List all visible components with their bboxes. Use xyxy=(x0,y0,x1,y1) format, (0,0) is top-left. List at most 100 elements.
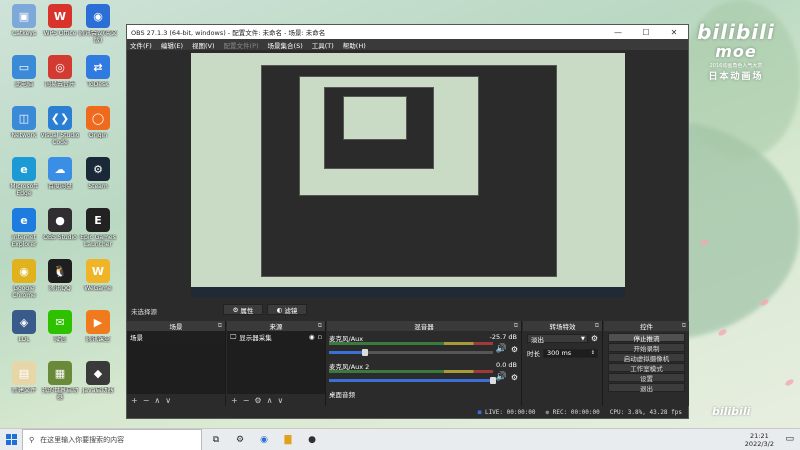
desktop-icon[interactable]: ❮❯ Visual Studio Code xyxy=(40,106,80,146)
properties-button[interactable]: ⚙ 属性 xyxy=(223,304,263,315)
obs-taskbar-icon[interactable]: ● xyxy=(302,432,322,448)
obs-titlebar[interactable]: OBS 27.1.3 (64-bit, windows) - 配置文件: 未命名… xyxy=(127,25,688,39)
settings-button[interactable]: 设置 xyxy=(608,373,685,383)
speaker-icon[interactable]: 🔊 xyxy=(496,372,507,382)
desktop-icon[interactable]: ◈ LOL xyxy=(4,310,44,343)
desktop-icon[interactable]: ⚙ Steam xyxy=(78,157,118,190)
desktop-icon[interactable]: W WPS Office xyxy=(40,4,80,37)
studio-mode-button[interactable]: 工作室模式 xyxy=(608,363,685,373)
volume-slider-knob[interactable] xyxy=(362,349,369,356)
volume-slider[interactable] xyxy=(329,349,493,356)
move-up-icon[interactable]: ∧ xyxy=(267,396,273,405)
steam-taskbar-icon[interactable]: ⚙ xyxy=(230,432,250,448)
desktop-icon[interactable]: ◫ Network xyxy=(4,106,44,139)
windows-start-button[interactable] xyxy=(0,429,22,450)
desktop-icon[interactable]: e Microsoft Edge xyxy=(4,157,44,197)
speaker-icon[interactable]: 🔊 xyxy=(496,344,507,354)
move-down-icon[interactable]: ∨ xyxy=(165,396,171,405)
obs-preview-canvas[interactable] xyxy=(191,53,625,297)
taskbar-clock[interactable]: 21:21 2022/3/2 xyxy=(745,432,774,448)
duration-spinbox[interactable]: 300 ms ⇕ xyxy=(543,348,598,358)
desktop-icon-label: 新建文件 xyxy=(11,387,36,394)
filters-button[interactable]: ◐ 滤镜 xyxy=(267,304,307,315)
minimize-icon[interactable]: — xyxy=(604,28,632,37)
menu-scene-collection[interactable]: 场景集合(S) xyxy=(268,40,303,50)
desktop-icon[interactable]: E Epic Games Launcher xyxy=(78,208,118,248)
dock-undock-icon[interactable]: ⧉ xyxy=(218,322,222,330)
gear-icon[interactable]: ⚙ xyxy=(511,345,518,354)
app-icon: E xyxy=(86,208,110,232)
task-view-icon[interactable]: ⧉ xyxy=(206,432,226,448)
desktop-icon-label: Google Chrome xyxy=(12,285,36,299)
menu-file[interactable]: 文件(F) xyxy=(130,40,152,50)
windows-taskbar: ⚲ 在这里输入你要搜索的内容 ⧉ ⚙ ◉ ▇ ● 21:21 2022/3/2 … xyxy=(0,428,800,450)
start-virtual-camera-button[interactable]: 启动虚拟摄像机 xyxy=(608,353,685,363)
move-down-icon[interactable]: ∨ xyxy=(277,396,283,405)
maximize-icon[interactable]: ☐ xyxy=(632,28,660,37)
taskbar-search-box[interactable]: ⚲ 在这里输入你要搜索的内容 xyxy=(22,428,202,450)
desktop-icon[interactable]: ✉ 微信 xyxy=(40,310,80,343)
tencent-meeting-taskbar-icon[interactable]: ◉ xyxy=(254,432,274,448)
obs-window: OBS 27.1.3 (64-bit, windows) - 配置文件: 未命名… xyxy=(126,24,689,419)
add-icon[interactable]: + xyxy=(131,396,138,405)
gear-icon[interactable]: ⚙ xyxy=(511,373,518,382)
desktop-icon[interactable]: ⇄ ToDesk xyxy=(78,55,118,88)
menu-profile[interactable]: 配置文件(P) xyxy=(224,40,259,50)
visibility-eye-icon[interactable]: ◉ xyxy=(309,333,315,341)
desktop-icon[interactable]: ◆ Java启动器 xyxy=(78,361,118,394)
menu-help[interactable]: 帮助(H) xyxy=(343,40,366,50)
menu-view[interactable]: 视图(V) xyxy=(192,40,215,50)
remove-icon[interactable]: − xyxy=(143,396,150,405)
desktop-icon[interactable]: ◎ 网易云音乐 xyxy=(40,55,80,88)
volume-slider[interactable] xyxy=(329,377,496,384)
gear-icon[interactable]: ⚙ xyxy=(591,334,598,343)
gear-icon[interactable]: ⚙ xyxy=(254,396,261,405)
dock-undock-icon[interactable]: ⧉ xyxy=(682,322,686,330)
close-icon[interactable]: ✕ xyxy=(660,28,688,37)
desktop-icon[interactable]: ◉ Google Chrome xyxy=(4,259,44,299)
desktop-icon-label: 腾讯会议(英文版) xyxy=(78,30,118,44)
dock-undock-icon[interactable]: ⧉ xyxy=(514,322,518,330)
desktop-icon-label: Microsoft Edge xyxy=(10,183,38,197)
menu-tools[interactable]: 工具(T) xyxy=(312,40,334,50)
app-icon: ◈ xyxy=(12,310,36,334)
chevron-down-icon: ▼ xyxy=(580,335,585,342)
add-icon[interactable]: + xyxy=(231,396,238,405)
dock-undock-icon[interactable]: ⧉ xyxy=(318,322,322,330)
scene-item[interactable]: 场景 xyxy=(127,331,225,343)
lock-icon[interactable]: ▫ xyxy=(318,333,322,341)
exit-button[interactable]: 退出 xyxy=(608,383,685,393)
desktop-icon[interactable]: ☁ 百度网盘 xyxy=(40,157,80,190)
notification-icon[interactable]: ▭ xyxy=(785,434,794,444)
desktop-icon[interactable]: ▭ 此电脑 xyxy=(4,55,44,88)
controls-dock-title: 控件 xyxy=(640,323,653,331)
desktop-icon[interactable]: ▶ 腾讯课堂 xyxy=(78,310,118,343)
desktop-icon-label: Catkeys xyxy=(12,30,36,37)
move-up-icon[interactable]: ∧ xyxy=(154,396,160,405)
desktop-icon[interactable]: ▣ Catkeys xyxy=(4,4,44,37)
controls-dock: 控件 ⧉ 停止推流 开始录制 启动虚拟摄像机 工作室模式 设置 退出 xyxy=(604,321,689,406)
desktop-icon[interactable]: 🐧 腾讯QQ xyxy=(40,259,80,292)
desktop-icon[interactable]: ● OBS Studio xyxy=(40,208,80,241)
monitor-icon: 🖵 xyxy=(230,332,237,341)
spinner-arrows-icon[interactable]: ⇕ xyxy=(591,350,597,356)
folder-taskbar-icon[interactable]: ▇ xyxy=(278,432,298,448)
dock-undock-icon[interactable]: ⧉ xyxy=(595,322,599,330)
desktop-icon[interactable]: ▤ 新建文件 xyxy=(4,361,44,394)
desktop-icon[interactable]: ◉ 腾讯会议(英文版) xyxy=(78,4,118,44)
desktop-icon[interactable]: W WeGame xyxy=(78,259,118,292)
desktop-icon[interactable]: e Internet Explorer xyxy=(4,208,44,248)
volume-meter xyxy=(329,342,493,345)
audio-mixer-dock: 混音器 ⧉ 麦克风/Aux -25.7 dB 🔊 ⚙ 麦克风/Aux 2 0.0 dB 🔊 ⚙ 桌… xyxy=(327,321,522,406)
stop-streaming-button[interactable]: 停止推流 xyxy=(608,333,685,343)
source-item[interactable]: 🖵 显示器采集 ◉ ▫ xyxy=(227,331,325,343)
desktop-icon[interactable]: ▦ 我的世界启动器 xyxy=(40,361,80,401)
mixer-dock-title: 混音器 xyxy=(414,323,434,331)
petal-decoration xyxy=(784,378,795,387)
start-recording-button[interactable]: 开始录制 xyxy=(608,343,685,353)
remove-icon[interactable]: − xyxy=(243,396,250,405)
desktop-icon-label: LOL xyxy=(18,336,30,343)
menu-edit[interactable]: 编辑(E) xyxy=(161,40,183,50)
transition-type-select[interactable]: 淡出 ▼ xyxy=(527,334,588,344)
desktop-icon[interactable]: ◯ Origin xyxy=(78,106,118,139)
